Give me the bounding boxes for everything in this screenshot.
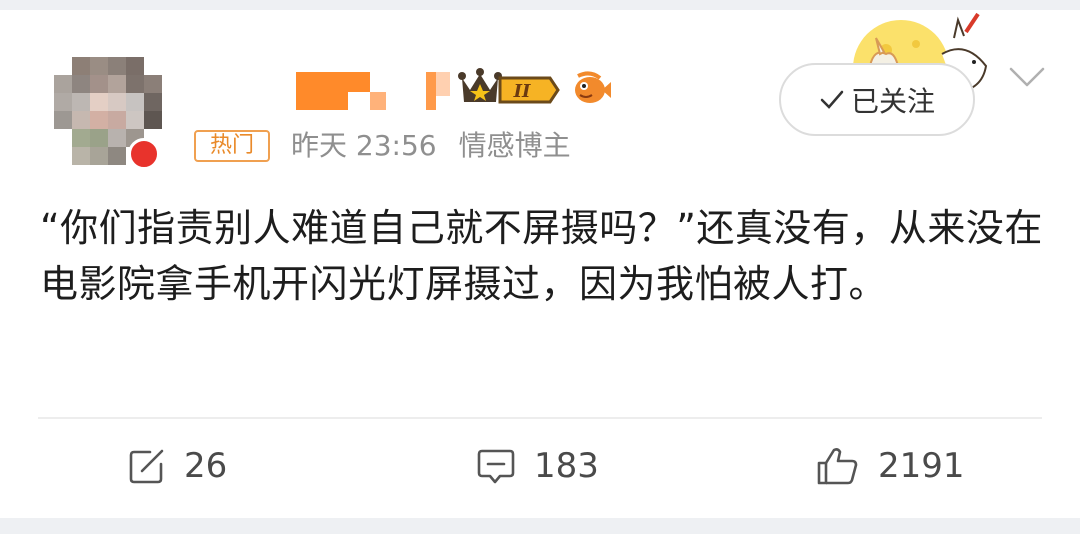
post-text: “你们指责别人难道自己就不屏摄吗？”还真没有，从来没在电影院拿手机开闪光灯屏摄过… — [40, 206, 1043, 306]
like-icon — [817, 448, 858, 485]
vip-badge-icon — [128, 138, 160, 170]
username-blurred-part — [370, 92, 386, 110]
like-button[interactable]: 2191 — [816, 444, 965, 488]
repost-count: 26 — [184, 446, 228, 486]
post-time: 昨天 23:56 — [291, 129, 437, 162]
username-blurred[interactable] — [296, 72, 348, 110]
divider — [38, 417, 1042, 419]
like-count: 2191 — [878, 446, 965, 486]
repost-icon — [129, 449, 164, 484]
check-icon — [820, 90, 844, 109]
follow-button[interactable]: 已关注 — [779, 63, 975, 136]
post-meta: 昨天 23:56 情感博主 — [291, 128, 593, 164]
follow-button-label: 已关注 — [850, 84, 935, 118]
level-badge-text: II — [513, 81, 531, 102]
repost-button[interactable]: 26 — [128, 444, 227, 488]
comment-count: 183 — [534, 446, 599, 486]
level-badge-icon: II — [498, 76, 560, 104]
comment-icon — [477, 449, 515, 484]
username-blurred-part — [426, 72, 436, 110]
bottom-separator — [0, 518, 1080, 534]
fish-badge-icon — [575, 71, 611, 103]
username-blurred-part — [348, 72, 370, 92]
hot-tag: 热门 — [194, 130, 270, 162]
comment-button[interactable]: 183 — [476, 444, 599, 488]
author-category: 情感博主 — [458, 129, 571, 162]
username-blurred-part — [436, 72, 450, 96]
chevron-down-icon[interactable] — [1008, 66, 1046, 88]
top-separator — [0, 0, 1080, 10]
